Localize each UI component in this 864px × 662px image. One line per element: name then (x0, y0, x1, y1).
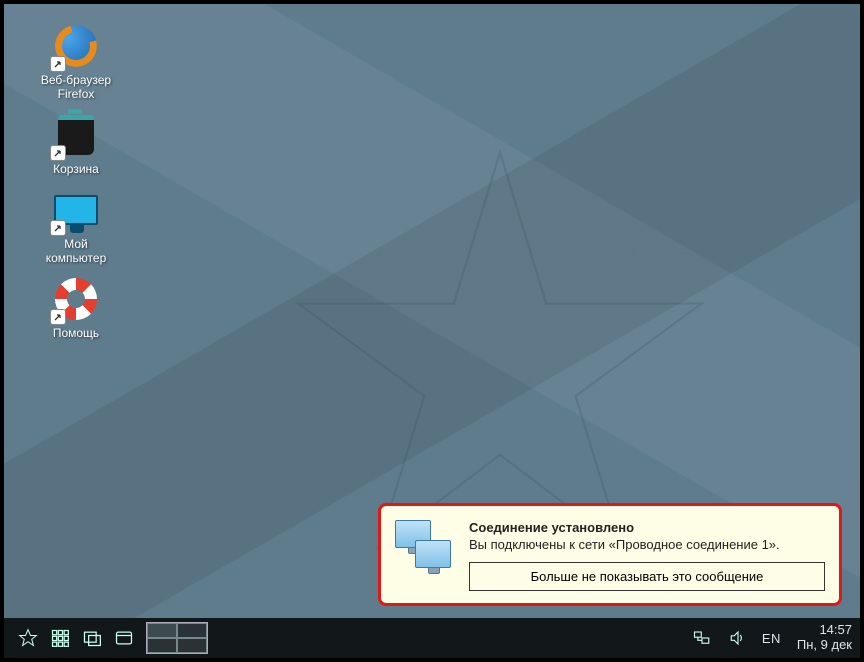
desktop-icon-label: Мой компьютер (46, 237, 107, 265)
shortcut-arrow-icon (50, 145, 66, 161)
shortcut-arrow-icon (50, 309, 66, 325)
clock[interactable]: 14:57 Пн, 9 дек (797, 623, 852, 653)
system-tray: EN 14:57 Пн, 9 дек (690, 623, 852, 653)
start-button[interactable] (12, 622, 44, 654)
apps-grid-button[interactable] (44, 622, 76, 654)
desktop-icon-help[interactable]: Помощь (32, 275, 120, 340)
file-manager-button[interactable] (108, 622, 140, 654)
workspace-4[interactable] (177, 638, 207, 653)
workspace-2[interactable] (177, 623, 207, 638)
desktop-icon-label: Веб-браузер Firefox (41, 73, 111, 101)
notification-message: Вы подключены к сети «Проводное соединен… (469, 537, 825, 552)
workspace-3[interactable] (147, 638, 177, 653)
clock-time: 14:57 (797, 623, 852, 638)
desktop-icon-computer[interactable]: Мой компьютер (32, 186, 120, 265)
desktop-icon-trash[interactable]: Корзина (32, 111, 120, 176)
shortcut-arrow-icon (50, 56, 66, 72)
windows-list-button[interactable] (76, 622, 108, 654)
desktop-icon-firefox[interactable]: Веб-браузер Firefox (32, 22, 120, 101)
shortcut-arrow-icon (50, 220, 66, 236)
desktop-icon-label: Помощь (53, 326, 99, 340)
network-tray-icon[interactable] (690, 626, 714, 650)
desktop-icon-label: Корзина (53, 162, 99, 176)
notification-title: Соединение установлено (469, 520, 825, 535)
wallpaper-star (220, 144, 780, 564)
desktop-icons: Веб-браузер Firefox Корзина Мой компьюте… (32, 22, 120, 340)
desktop[interactable]: Веб-браузер Firefox Корзина Мой компьюте… (4, 4, 860, 658)
clock-date: Пн, 9 дек (797, 638, 852, 653)
notification-popup: Соединение установлено Вы подключены к с… (378, 503, 842, 606)
workspace-1[interactable] (147, 623, 177, 638)
network-icon (395, 520, 455, 574)
workspace-pager[interactable] (146, 622, 208, 654)
taskbar: EN 14:57 Пн, 9 дек (4, 618, 860, 658)
volume-tray-icon[interactable] (726, 626, 750, 650)
keyboard-layout-indicator[interactable]: EN (762, 631, 781, 646)
dont-show-again-button[interactable]: Больше не показывать это сообщение (469, 562, 825, 591)
